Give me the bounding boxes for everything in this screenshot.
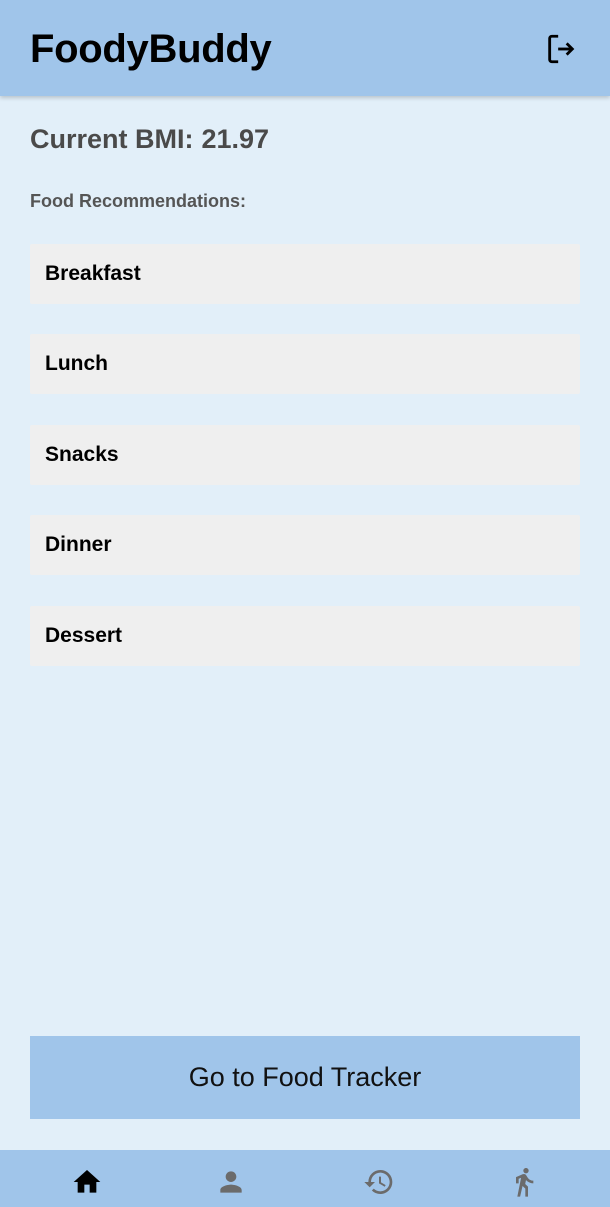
app-bar: FoodyBuddy <box>0 0 610 96</box>
logout-button[interactable] <box>538 26 584 72</box>
meal-label: Dessert <box>45 624 123 647</box>
history-icon <box>364 1170 393 1194</box>
bottom-nav <box>0 1150 610 1207</box>
go-to-food-tracker-button[interactable]: Go to Food Tracker <box>30 1036 580 1119</box>
meal-label: Breakfast <box>45 262 141 285</box>
meal-label: Lunch <box>45 352 108 375</box>
nav-history[interactable] <box>303 1150 455 1207</box>
app-title: FoodyBuddy <box>30 27 272 71</box>
meal-card-dessert[interactable]: Dessert <box>30 606 580 666</box>
meal-card-breakfast[interactable]: Breakfast <box>30 244 580 304</box>
nav-profile[interactable] <box>155 1150 307 1207</box>
meal-card-snacks[interactable]: Snacks <box>30 425 580 485</box>
walk-icon <box>516 1168 534 1197</box>
nav-activity[interactable] <box>448 1150 600 1207</box>
meal-label: Snacks <box>45 443 119 466</box>
nav-home[interactable] <box>11 1150 163 1207</box>
logout-icon <box>548 34 575 64</box>
bmi-label: Current BMI: <box>30 124 194 154</box>
person-icon <box>220 1171 242 1193</box>
current-bmi: Current BMI: 21.97 <box>30 122 269 156</box>
meal-card-lunch[interactable]: Lunch <box>30 334 580 394</box>
meal-card-dinner[interactable]: Dinner <box>30 515 580 575</box>
home-icon <box>73 1170 101 1193</box>
bmi-value: 21.97 <box>201 124 270 154</box>
meal-label: Dinner <box>45 533 112 556</box>
food-recommendations-label: Food Recommendations: <box>30 191 247 211</box>
